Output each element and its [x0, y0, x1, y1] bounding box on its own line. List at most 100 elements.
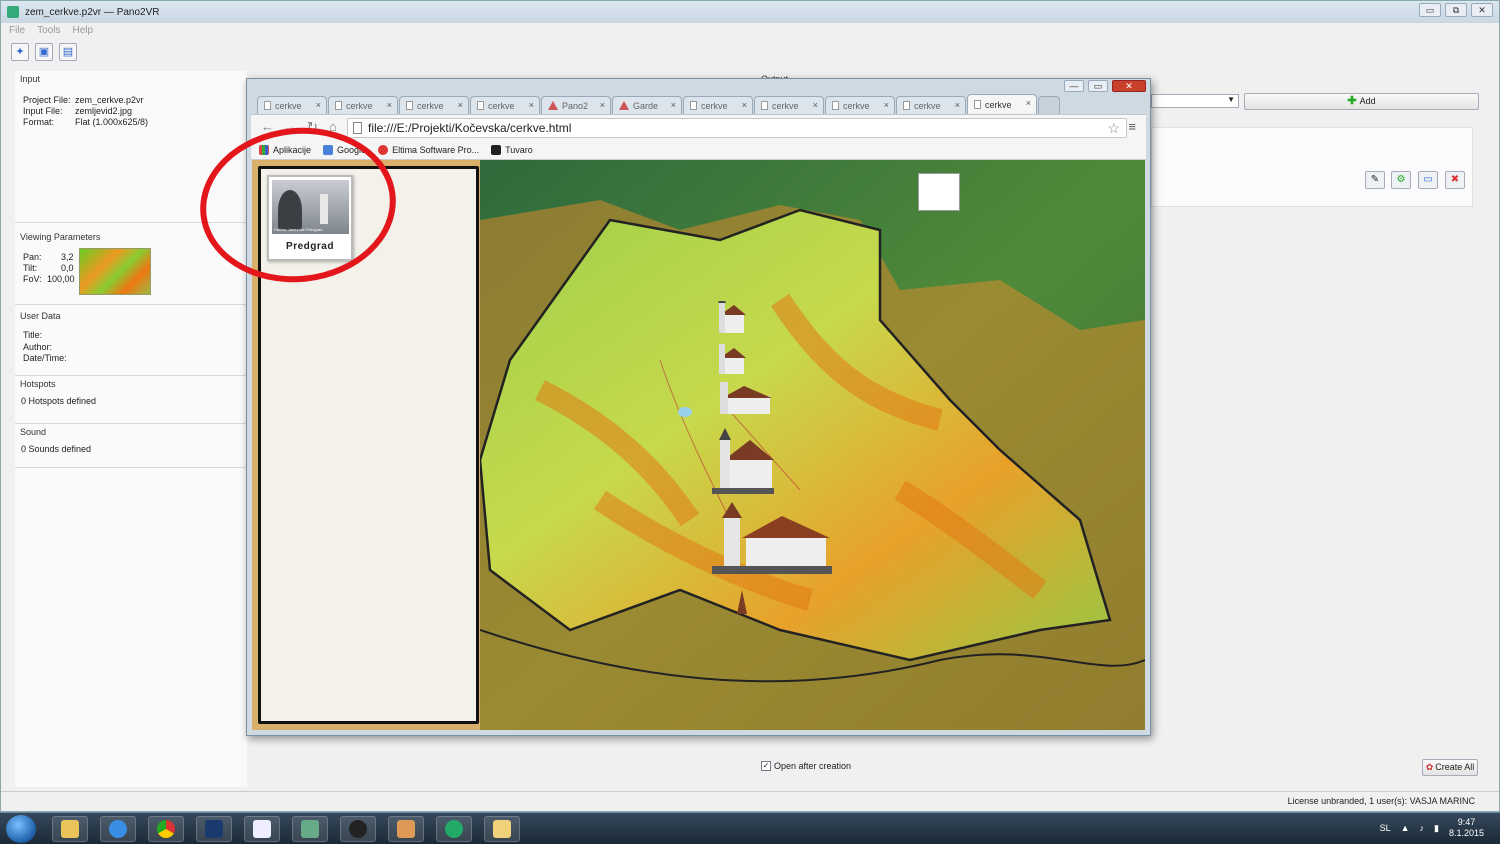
output-list[interactable] — [1151, 127, 1473, 207]
page-favicon-icon — [903, 101, 910, 110]
volume-icon[interactable]: ♪ — [1420, 823, 1425, 833]
relief-map[interactable] — [478, 160, 1145, 730]
browser-tab-label: cerkve — [701, 100, 728, 111]
address-bar[interactable]: file:///E:/Projekti/Kočevska/cerkve.html… — [347, 118, 1127, 138]
new-tab-button[interactable] — [1038, 96, 1060, 114]
taskbar-pano2vr[interactable] — [292, 816, 328, 842]
browser-menu-icon[interactable]: ≡ — [1128, 119, 1136, 134]
browser-tab[interactable]: cerkve × — [470, 96, 540, 114]
tab-close-icon[interactable]: × — [1026, 98, 1031, 108]
close-button[interactable]: ✕ — [1471, 3, 1493, 17]
maximize-button[interactable]: ⧉ — [1445, 3, 1467, 17]
fov-value: 100,00 — [47, 274, 75, 284]
tab-close-icon[interactable]: × — [955, 100, 960, 110]
browser-close-button[interactable]: ✕ — [1112, 80, 1146, 92]
open-project-button[interactable]: ▣ — [35, 43, 53, 61]
tab-close-icon[interactable]: × — [387, 100, 392, 110]
minimize-button[interactable]: ▭ — [1419, 3, 1441, 17]
tab-close-icon[interactable]: × — [742, 100, 747, 110]
taskbar-ie[interactable] — [100, 816, 136, 842]
tab-close-icon[interactable]: × — [813, 100, 818, 110]
tab-close-icon[interactable]: × — [884, 100, 889, 110]
mail-icon — [493, 820, 511, 838]
network-icon[interactable]: ▮ — [1434, 823, 1439, 834]
viewing-preview-thumbnail[interactable] — [79, 248, 151, 295]
taskbar-explorer[interactable] — [52, 816, 88, 842]
church-marker[interactable] — [716, 295, 746, 337]
create-all-label: Create All — [1435, 762, 1475, 772]
tab-close-icon[interactable]: × — [458, 100, 463, 110]
browser-maximize-button[interactable]: ▭ — [1088, 80, 1108, 92]
add-output-button[interactable]: ✚ Add — [1244, 93, 1479, 110]
format-label: Format: — [23, 117, 55, 127]
taskbar-chrome[interactable] — [148, 816, 184, 842]
open-after-creation-option[interactable]: ✓ Open after creation — [761, 761, 851, 771]
map-info-box[interactable] — [918, 173, 960, 211]
user-data-section[interactable]: User Data Title: Author: Date/Time: — [15, 308, 247, 376]
new-project-button[interactable]: ✦ — [11, 43, 29, 61]
preview-output-button[interactable]: ▭ — [1418, 171, 1438, 189]
tab-close-icon[interactable]: × — [529, 100, 534, 110]
taskbar-media[interactable] — [388, 816, 424, 842]
browser-tab[interactable]: cerkve × — [754, 96, 824, 114]
pan-label: Pan: — [23, 252, 42, 262]
browser-tab-label: cerkve — [985, 99, 1012, 110]
taskbar-globe[interactable] — [436, 816, 472, 842]
edit-output-button[interactable]: ✎ — [1365, 171, 1385, 189]
license-text: License unbranded, 1 user(s): VASJA MARI… — [1287, 796, 1475, 806]
browser-minimize-button[interactable]: — — [1064, 80, 1084, 92]
generate-output-button[interactable]: ⚙ — [1391, 171, 1411, 189]
clock[interactable]: 9:47 8.1.2015 — [1449, 817, 1484, 839]
church-marker[interactable] — [716, 344, 746, 378]
media-icon — [397, 820, 415, 838]
sound-section[interactable]: Sound 0 Sounds defined — [15, 424, 247, 468]
browser-tab[interactable]: cerkve × — [896, 96, 966, 114]
address-bar-url: file:///E:/Projekti/Kočevska/cerkve.html — [368, 121, 572, 135]
tab-close-icon[interactable]: × — [671, 100, 676, 110]
start-button[interactable] — [6, 815, 36, 843]
pan-value: 3,2 — [61, 252, 74, 262]
church-marker[interactable] — [736, 590, 748, 616]
browser-tabstrip: cerkve × cerkve × cerkve × cerkve × Pano2 × Garde ×… — [257, 94, 1061, 114]
church-marker[interactable] — [712, 428, 776, 498]
menu-file[interactable]: File — [9, 25, 25, 36]
bookmark-eltima[interactable]: Eltima Software Pro... — [378, 144, 479, 155]
page-favicon-icon — [761, 101, 768, 110]
tray-arrow-icon[interactable]: ▲ — [1401, 823, 1410, 833]
delete-output-button[interactable]: ✖ — [1445, 171, 1465, 189]
app-titlebar: zem_cerkve.p2vr — Pano2VR — [1, 1, 1499, 23]
open-after-checkbox[interactable]: ✓ — [761, 761, 771, 771]
browser-tab[interactable]: cerkve × — [825, 96, 895, 114]
browser-tab[interactable]: cerkve × — [257, 96, 327, 114]
language-indicator[interactable]: SL — [1380, 823, 1391, 833]
pano2vr-icon — [301, 820, 319, 838]
taskbar-mail[interactable] — [484, 816, 520, 842]
tab-close-icon[interactable]: × — [316, 100, 321, 110]
app-icon — [253, 820, 271, 838]
taskbar-camera[interactable] — [340, 816, 376, 842]
browser-tab[interactable]: cerkve × — [399, 96, 469, 114]
tab-close-icon[interactable]: × — [600, 100, 605, 110]
save-project-button[interactable]: ▤ — [59, 43, 77, 61]
church-marker[interactable] — [712, 502, 834, 578]
bookmark-star-icon[interactable]: ☆ — [1107, 119, 1120, 137]
hotspots-section[interactable]: Hotspots 0 Hotspots defined — [15, 376, 247, 424]
page-favicon-icon — [690, 101, 697, 110]
bookmark-tuvaro[interactable]: Tuvaro — [491, 144, 533, 155]
taskbar-app[interactable] — [244, 816, 280, 842]
output-format-select[interactable]: ▼ — [1151, 94, 1239, 108]
church-marker[interactable] — [714, 382, 774, 418]
taskbar-photoshop[interactable] — [196, 816, 232, 842]
create-all-button[interactable]: ✿ Create All — [1422, 759, 1478, 776]
save-disk-icon: ▤ — [62, 46, 74, 58]
menu-help[interactable]: Help — [72, 25, 93, 36]
photoshop-icon — [205, 820, 223, 838]
browser-tab[interactable]: cerkve × — [328, 96, 398, 114]
browser-tab[interactable]: cerkve × — [967, 94, 1037, 114]
browser-tab[interactable]: Garde × — [612, 96, 682, 114]
close-icon: ✖ — [1450, 174, 1460, 185]
browser-tab[interactable]: Pano2 × — [541, 96, 611, 114]
browser-tab-label: Pano2 — [562, 100, 589, 111]
menu-tools[interactable]: Tools — [37, 25, 60, 36]
browser-tab[interactable]: cerkve × — [683, 96, 753, 114]
